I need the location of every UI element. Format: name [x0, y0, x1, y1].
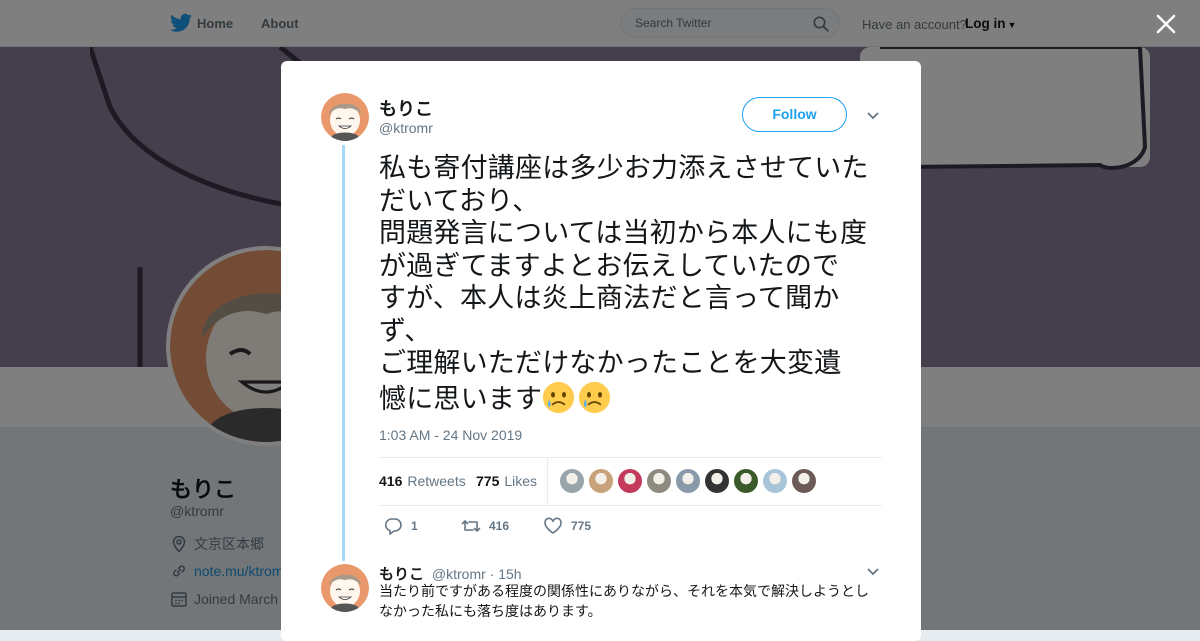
liker-avatar[interactable] — [676, 469, 700, 493]
reply-text: 当たり前ですがある程度の関係性にありながら、それを本気で解決しようとしなかった私… — [379, 584, 869, 620]
crying-face-icon — [543, 381, 575, 413]
likes-label: Likes — [504, 473, 538, 489]
tweet-text-line: ず、 — [379, 315, 432, 347]
tweet-text-line: が過ぎてますよとお伝えしていたので — [379, 250, 840, 282]
tweet-text-line: 問題発言については当初から本人にも度 — [379, 218, 868, 249]
retweet-icon — [461, 520, 481, 532]
tweet-author-avatar[interactable] — [321, 93, 369, 141]
liker-avatar[interactable] — [705, 469, 729, 493]
likes-count: 775 — [476, 473, 500, 489]
close-icon[interactable] — [1155, 13, 1177, 35]
tweet-text-line: 私も寄付講座は多少お力添えさせていた — [379, 153, 869, 184]
reply-author-avatar[interactable] — [321, 564, 369, 612]
liker-avatar[interactable] — [792, 469, 816, 493]
crying-face-icon — [579, 381, 611, 413]
reply-count: 1 — [411, 519, 418, 533]
reply-time[interactable]: · 15h — [490, 566, 522, 582]
liker-avatar[interactable] — [618, 469, 642, 493]
tweet-actions: 1 416 775 — [379, 517, 679, 537]
thread-line — [342, 145, 345, 561]
reply-action[interactable]: 1 — [383, 517, 418, 535]
reply-author-handle[interactable]: @ktromr — [432, 566, 486, 582]
retweets-count: 416 — [379, 473, 403, 489]
liker-avatar[interactable] — [560, 469, 584, 493]
like-count: 775 — [571, 519, 592, 533]
chevron-down-icon[interactable] — [866, 567, 880, 577]
retweet-action[interactable]: 416 — [461, 517, 509, 535]
heart-icon — [544, 517, 562, 534]
retweets-stat[interactable]: 416 Retweets — [379, 473, 466, 489]
tweet-text-line: ご理解いただけなかったことを大変遺 — [379, 348, 842, 379]
liker-avatar[interactable] — [763, 469, 787, 493]
reply-icon — [384, 518, 402, 535]
tweet-timestamp[interactable]: 1:03 AM - 24 Nov 2019 — [379, 427, 522, 443]
tweet-text: 私も寄付講座は多少お力添えさせていた だいており、 問題発言については当初から本… — [379, 153, 885, 416]
chevron-down-icon[interactable] — [866, 111, 880, 121]
liker-avatars — [560, 469, 816, 493]
tweet-text-line: 憾に思います — [379, 383, 543, 415]
follow-button[interactable]: Follow — [742, 97, 847, 132]
retweet-count: 416 — [489, 519, 510, 533]
like-action[interactable]: 775 — [543, 517, 591, 535]
stats-divider — [547, 458, 548, 505]
tweet-text-line: だいており、 — [379, 185, 540, 217]
liker-avatar[interactable] — [734, 469, 758, 493]
tweet-modal: もりこ @ktromr Follow 私も寄付講座は多少お力添えさせていた だい… — [281, 61, 921, 641]
avatar-illustration — [321, 93, 369, 141]
tweet-text-last-line: 憾に思います — [379, 381, 885, 417]
avatar-illustration — [321, 564, 369, 612]
likes-stat[interactable]: 775 Likes — [476, 473, 537, 489]
tweet-author-handle[interactable]: @ktromr — [379, 120, 433, 136]
tweet-author-name[interactable]: もりこ — [379, 95, 433, 121]
liker-avatar[interactable] — [589, 469, 613, 493]
retweets-label: Retweets — [407, 473, 466, 489]
tweet-stats: 416 Retweets 775 Likes — [379, 457, 882, 506]
tweet-text-line: すが、本人は炎上商法だと言って聞か — [379, 283, 840, 314]
reply-header: もりこ @ktromr · 15h — [379, 563, 522, 584]
liker-avatar[interactable] — [647, 469, 671, 493]
reply-author-name[interactable]: もりこ — [379, 566, 424, 583]
